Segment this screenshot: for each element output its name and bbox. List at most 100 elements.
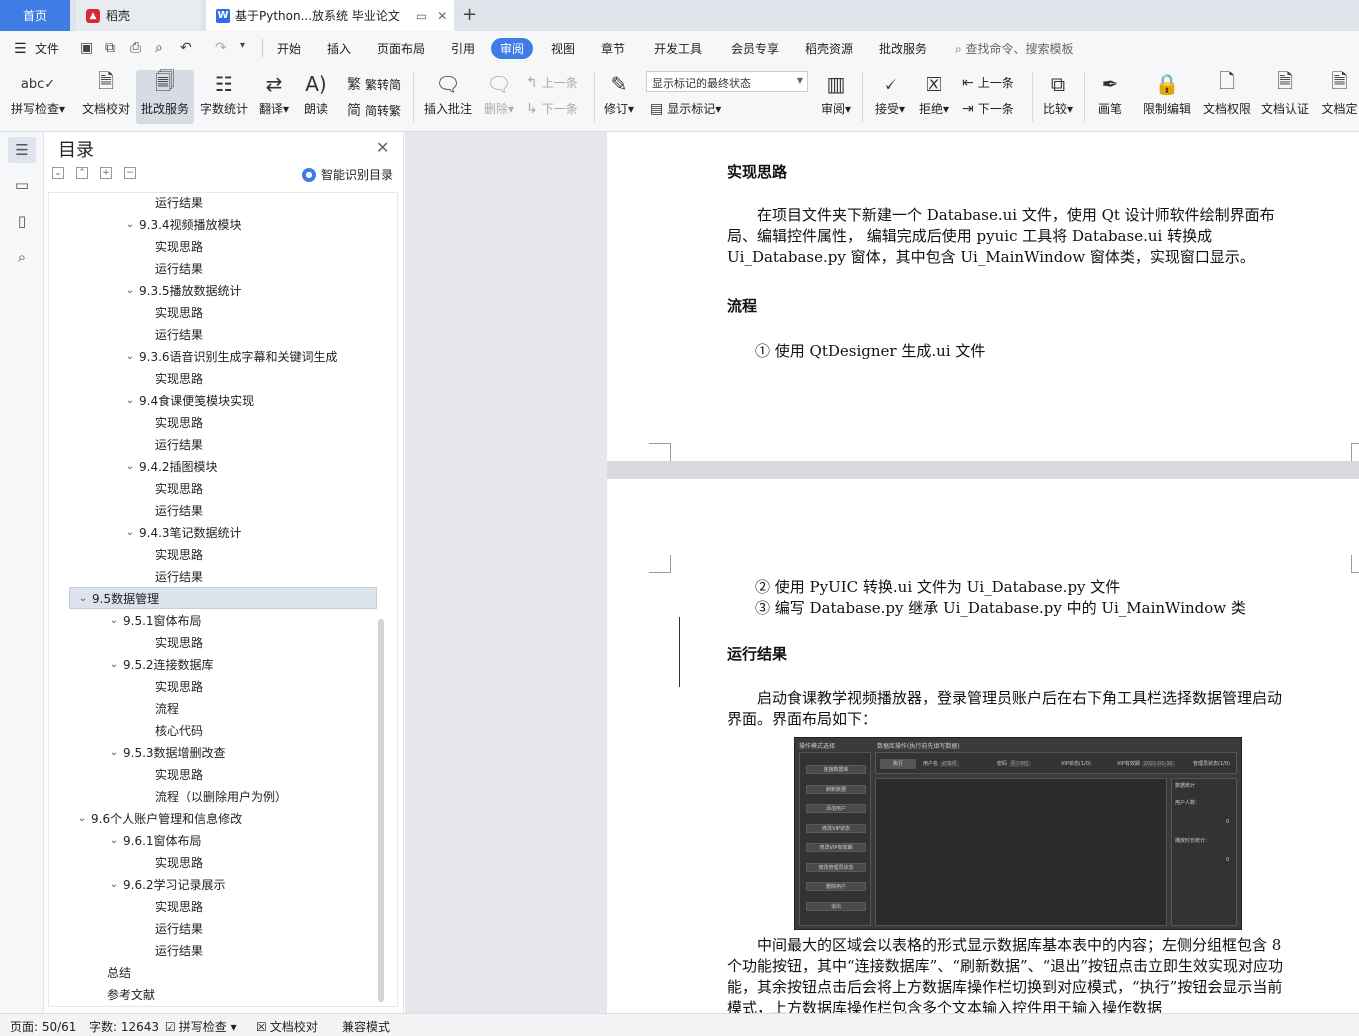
toc-item[interactable]: ⌄ 9.3.5播放数据统计: [49, 279, 397, 301]
menu-chapter[interactable]: 章节: [601, 40, 625, 57]
toc-item[interactable]: ⌄ 9.4.3笔记数据统计: [49, 521, 397, 543]
expand-up-icon[interactable]: ⌃: [76, 167, 88, 179]
toc-item[interactable]: 实现思路: [49, 675, 397, 697]
redo-icon[interactable]: ↷: [215, 40, 227, 56]
insert-comment-button[interactable]: 🗨 插入批注: [420, 70, 476, 124]
menu-hamburger-icon[interactable]: ☰: [14, 41, 27, 57]
status-proofread[interactable]: ☒ 文档校对: [256, 1018, 318, 1035]
toc-item[interactable]: 实现思路: [49, 895, 397, 917]
toc-item[interactable]: ⌄ 9.3.6语音识别生成字幕和关键词生成: [49, 345, 397, 367]
toc-item[interactable]: ⌄ 9.5数据管理: [69, 587, 377, 609]
chevron-down-icon[interactable]: ⌄: [107, 659, 121, 670]
menu-review[interactable]: 审阅: [491, 38, 534, 59]
markup-state-select[interactable]: 显示标记的最终状态 ▼: [646, 71, 808, 92]
toc-item[interactable]: 运行结果: [49, 193, 397, 213]
close-icon[interactable]: ✕: [376, 138, 389, 157]
menu-daoke-resources[interactable]: 稻壳资源: [805, 40, 853, 57]
menu-member[interactable]: 会员专享: [731, 40, 779, 57]
accept-change-button[interactable]: 🗸 接受▾: [870, 70, 910, 124]
undo-icon[interactable]: ↶: [180, 40, 192, 56]
page-indicator[interactable]: 页面: 50/61: [10, 1018, 76, 1035]
chevron-down-icon[interactable]: ⌄: [76, 593, 90, 604]
chevron-down-icon[interactable]: ⌄: [123, 285, 137, 296]
embedded-app-screenshot[interactable]: 操作模式选择 数据库操作(执行前先填写数据) 连接数据库 刷新数据 添加用户 修改VI…: [794, 737, 1242, 930]
quick-access-dropdown-icon[interactable]: ▾: [240, 40, 245, 51]
toc-item[interactable]: ⌄ 9.6.1窗体布局: [49, 829, 397, 851]
menu-file[interactable]: 文件: [35, 40, 59, 57]
chevron-down-icon[interactable]: ⌄: [123, 527, 137, 538]
expand-icon[interactable]: +: [100, 167, 112, 179]
tab-document[interactable]: W 基于Python...放系统 毕业论文 ▭ ✕: [206, 0, 454, 31]
pen-button[interactable]: ✒ 画笔: [1090, 70, 1130, 124]
toc-item[interactable]: 实现思路: [49, 851, 397, 873]
translate-button[interactable]: ⇄ 翻译▾: [255, 70, 293, 124]
tab-daoke[interactable]: ▲ 稻壳: [76, 0, 201, 31]
toc-item[interactable]: ⌄ 9.4.2插图模块: [49, 455, 397, 477]
print-preview-icon[interactable]: ⌕: [155, 40, 163, 56]
word-count-button[interactable]: ☷ 字数统计: [197, 70, 251, 124]
collapse-all-icon[interactable]: ⌄: [52, 167, 64, 179]
toc-item[interactable]: ⌄ 9.5.1窗体布局: [49, 609, 397, 631]
chevron-down-icon[interactable]: ⌄: [107, 615, 121, 626]
spell-check-button[interactable]: abc✓ 拼写检查▾: [8, 70, 68, 124]
toc-item[interactable]: 实现思路: [49, 631, 397, 653]
review-pane-button[interactable]: ▥ 审阅▾: [816, 70, 856, 124]
document-permission-button[interactable]: 🗋 文档权限: [1200, 69, 1254, 124]
menu-start[interactable]: 开始: [277, 40, 301, 57]
export-icon[interactable]: ⧉: [105, 40, 115, 56]
simp-to-trad-button[interactable]: 简简转繁: [347, 100, 401, 120]
previous-change-button[interactable]: ⇤ 上一条: [962, 74, 1014, 91]
chevron-down-icon[interactable]: ⌄: [107, 835, 121, 846]
toc-item[interactable]: ⌄ 9.6.2学习记录展示: [49, 873, 397, 895]
toc-item[interactable]: 运行结果: [49, 323, 397, 345]
chevron-down-icon[interactable]: ⌄: [123, 461, 137, 472]
toc-scrollbar[interactable]: [378, 619, 384, 1002]
reject-change-button[interactable]: 🗵 拒绝▾: [914, 70, 954, 124]
menu-insert[interactable]: 插入: [327, 40, 351, 57]
trad-to-simp-button[interactable]: 繁繁转简: [347, 74, 401, 94]
chevron-down-icon[interactable]: ⌄: [107, 747, 121, 758]
toc-item[interactable]: 实现思路: [49, 235, 397, 257]
correction-service-button[interactable]: 🗐 批改服务: [136, 69, 194, 124]
track-changes-button[interactable]: ✎ 修订▾: [600, 70, 638, 124]
toc-item[interactable]: 实现思路: [49, 543, 397, 565]
toc-item[interactable]: 流程: [49, 697, 397, 719]
show-markup-button[interactable]: ▤ 显示标记 ▾: [650, 100, 721, 117]
menu-page-layout[interactable]: 页面布局: [377, 40, 425, 57]
toc-item[interactable]: 运行结果: [49, 499, 397, 521]
toc-item[interactable]: 核心代码: [49, 719, 397, 741]
previous-comment-button[interactable]: ↰ 上一条: [526, 74, 578, 91]
chevron-down-icon[interactable]: ⌄: [123, 395, 137, 406]
toc-item[interactable]: 参考文献: [49, 983, 397, 1005]
smart-toc-button[interactable]: ● 智能识别目录: [302, 166, 393, 183]
toc-item[interactable]: 流程（以删除用户为例）: [49, 785, 397, 807]
compare-button[interactable]: ⧉ 比较▾: [1038, 70, 1078, 124]
document-proofread-button[interactable]: 🗎 文档校对: [78, 69, 134, 124]
bookmark-icon[interactable]: ▯: [8, 208, 36, 234]
search-icon[interactable]: ⌕: [8, 244, 36, 270]
toc-item[interactable]: 总结: [49, 961, 397, 983]
toc-item[interactable]: ⌄ 9.3.4视频播放模块: [49, 213, 397, 235]
menu-correction-service[interactable]: 批改服务: [879, 40, 927, 57]
toc-item[interactable]: 运行结果: [49, 565, 397, 587]
toc-item[interactable]: 运行结果: [49, 257, 397, 279]
toc-item[interactable]: 运行结果: [49, 939, 397, 961]
toc-item[interactable]: 运行结果: [49, 433, 397, 455]
toc-item[interactable]: 运行结果: [49, 917, 397, 939]
menu-references[interactable]: 引用: [451, 40, 475, 57]
chevron-down-icon[interactable]: ⌄: [123, 219, 137, 230]
print-icon[interactable]: ⎙: [130, 40, 141, 56]
toc-item[interactable]: 实现思路: [49, 477, 397, 499]
restrict-editing-button[interactable]: 🔒 限制编辑: [1140, 70, 1194, 124]
read-aloud-button[interactable]: A) 朗读: [298, 70, 334, 124]
next-change-button[interactable]: ⇥ 下一条: [962, 100, 1014, 117]
document-finalize-button[interactable]: 🗎 文档定: [1320, 70, 1359, 124]
next-comment-button[interactable]: ↳ 下一条: [526, 100, 578, 117]
menu-view[interactable]: 视图: [551, 40, 575, 57]
delete-comment-button[interactable]: 🗨 删除▾: [480, 70, 518, 124]
chevron-down-icon[interactable]: ⌄: [123, 351, 137, 362]
toc-item[interactable]: ⌄ 9.4食课便笺模块实现: [49, 389, 397, 411]
chevron-down-icon[interactable]: ⌄: [75, 813, 89, 824]
document-certify-button[interactable]: 🗎 文档认证: [1258, 69, 1312, 124]
menu-developer[interactable]: 开发工具: [654, 40, 702, 57]
